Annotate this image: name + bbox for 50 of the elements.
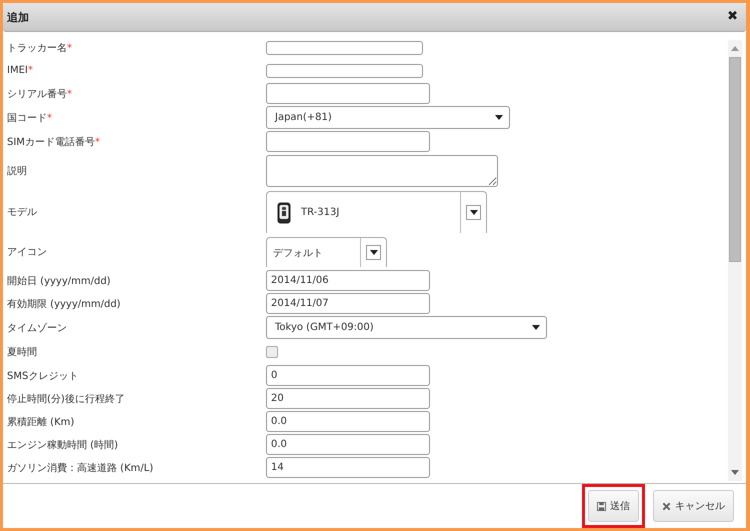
field-label: ガソリン消費：高速道路 (Km/L) [7,462,154,474]
input-field[interactable]: 14 [266,457,430,478]
checkbox[interactable] [266,346,278,358]
field-label: 説明 [7,164,28,178]
cancel-button[interactable]: キャンセル [653,490,734,522]
input-field[interactable] [266,83,430,104]
field-label: 有効期限 (yyyy/mm/dd) [7,298,122,310]
field-label: 累積距離 (Km) [7,416,76,428]
caret-icon [370,250,378,255]
scrollbar[interactable] [728,40,742,481]
field-label: アイコン [7,246,48,259]
dropdown[interactable]: デフォルト [266,237,387,267]
input-field[interactable]: 2014/11/06 [266,270,430,291]
field-label: SIMカード電話番号* [7,136,101,148]
field-label: IMEI* [7,65,34,76]
scroll-down-icon[interactable] [731,470,739,475]
text-area[interactable] [266,155,498,187]
input-field[interactable] [266,40,423,54]
field-label: 国コード* [7,112,53,124]
dropdown[interactable]: TR-313J [266,191,487,233]
close-icon [662,502,671,510]
field-label: トラッカー名* [7,42,73,54]
device-picture [277,202,291,224]
dropdown-button[interactable] [466,205,481,220]
field-label: SMSクレジット [7,370,80,382]
input-field[interactable] [266,64,423,78]
input-field[interactable]: 0 [266,365,430,386]
input-field[interactable]: 0.0 [266,434,430,455]
input-field[interactable]: 0.0 [266,411,430,432]
save-button[interactable]: 送信 [588,490,639,522]
field-label: シリアル番号* [7,88,73,100]
caret-icon [532,325,540,330]
dropdown-button[interactable] [366,245,381,260]
dialog-title: 追加 [7,10,29,24]
field-label: タイムゾーン [7,322,68,334]
field-label: 開始日 (yyyy/mm/dd) [7,274,112,288]
field-label: 停止時間(分)後に行程終了 [7,392,126,406]
field-label: 夏時間 [7,346,38,359]
caret-icon [470,210,478,215]
scroll-up-icon[interactable] [731,46,739,51]
input-field[interactable]: 2014/11/07 [266,293,430,314]
dropdown[interactable]: Tokyo (GMT+09:00) [266,316,547,339]
scrollbar-thumb[interactable] [729,57,741,262]
close-button[interactable]: ✖ [725,9,740,25]
field-label: エンジン稼動時間 (時間) [7,438,119,452]
input-field[interactable]: 20 [266,388,430,409]
input-field[interactable] [266,131,430,152]
field-label: モデル [7,206,38,219]
dropdown[interactable]: Japan(+81) [266,106,510,129]
caret-icon [495,115,503,120]
